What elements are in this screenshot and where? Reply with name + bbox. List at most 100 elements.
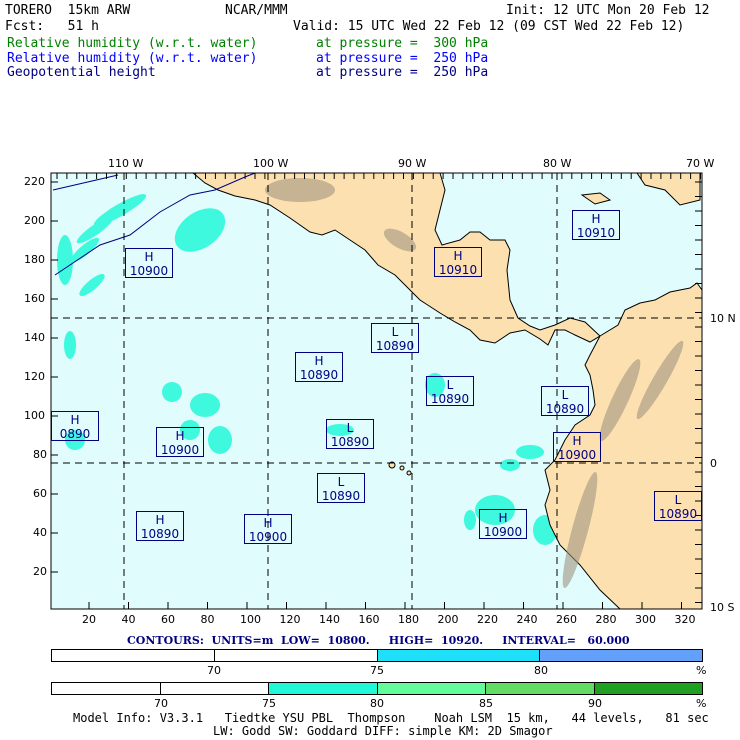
colorbar-label: % — [696, 697, 707, 710]
colorbar-label: 80 — [370, 697, 384, 710]
y-tick-label: 140 — [24, 331, 45, 344]
y-tick-label: 60 — [33, 487, 47, 500]
center-value: 10900 — [160, 443, 200, 457]
center-type: H — [498, 511, 508, 525]
low-pressure-center: L 10890 — [654, 491, 702, 521]
center-value: 10900 — [248, 530, 288, 544]
high-pressure-center: H 10910 — [434, 247, 482, 277]
colorbar-segment — [214, 650, 378, 661]
center-value: 0890 — [59, 427, 91, 441]
right-latitude-label: 10 N — [710, 312, 736, 325]
colorbar-segment — [160, 683, 269, 694]
colorbar-segment — [594, 683, 702, 694]
weather-map-figure: TORERO 15km ARW NCAR/MMM Init: 12 UTC Mo… — [0, 0, 740, 740]
colorbar-label: 90 — [588, 697, 602, 710]
high-pressure-center: H 10900 — [244, 514, 292, 544]
colorbar-segment — [486, 683, 595, 694]
colorbar-segment — [377, 683, 486, 694]
top-longitude-label: 110 W — [108, 157, 144, 170]
x-tick-label: 320 — [674, 613, 696, 626]
low-pressure-center: L 10890 — [371, 323, 419, 353]
colorbar-rh-250 — [51, 649, 703, 662]
x-tick-label: 40 — [121, 613, 136, 626]
center-type: H — [591, 212, 601, 226]
colorbar-label: 70 — [207, 664, 221, 677]
map-plot — [50, 172, 703, 610]
center-type: L — [674, 493, 682, 507]
high-pressure-center: H 10900 — [156, 427, 204, 457]
center-type: H — [144, 250, 154, 264]
y-tick-label: 160 — [24, 292, 45, 305]
x-tick-label: 100 — [240, 613, 261, 626]
center-type: H — [263, 516, 273, 530]
colorbar-label: % — [696, 664, 707, 677]
low-pressure-center: L 10890 — [541, 386, 589, 416]
colorbar-label: 80 — [534, 664, 548, 677]
colorbar-label: 75 — [370, 664, 384, 677]
colorbar-label: 85 — [479, 697, 493, 710]
center-value: 10890 — [375, 339, 415, 353]
center-type: L — [391, 325, 399, 339]
center-type: H — [314, 354, 324, 368]
y-tick-label: 40 — [33, 526, 47, 539]
model-info-line-1: Model Info: V3.3.1 Tiedtke YSU PBL Thomp… — [73, 711, 709, 725]
top-longitude-label: 90 W — [398, 157, 427, 170]
low-pressure-center: L 10890 — [317, 473, 365, 503]
top-longitude-label: 80 W — [543, 157, 572, 170]
top-longitude-label: 100 W — [253, 157, 289, 170]
center-value: 10910 — [438, 263, 478, 277]
center-value: 10890 — [330, 435, 370, 449]
high-pressure-center: H 0890 — [51, 411, 99, 441]
x-tick-label: 200 — [437, 613, 459, 626]
y-tick-label: 180 — [24, 253, 45, 266]
center-type: H — [453, 249, 463, 263]
x-tick-label: 60 — [161, 613, 175, 626]
center-value: 10910 — [576, 226, 616, 240]
high-pressure-center: H 10900 — [553, 432, 601, 462]
x-tick-label: 240 — [516, 613, 538, 626]
center-value: 10900 — [129, 264, 169, 278]
center-value: 10890 — [430, 392, 470, 406]
low-pressure-center: L 10890 — [326, 419, 374, 449]
y-tick-label: 200 — [24, 214, 45, 227]
colorbar-label: 70 — [154, 697, 168, 710]
low-pressure-center: L 10890 — [426, 376, 474, 406]
contour-info: CONTOURS: UNITS=m LOW= 10800. HIGH= 1092… — [127, 634, 630, 647]
x-tick-label: 220 — [477, 613, 498, 626]
high-pressure-center: H 10890 — [295, 352, 343, 382]
center-value: 10900 — [557, 448, 597, 462]
center-value: 10900 — [483, 525, 523, 539]
y-tick-label: 100 — [24, 409, 45, 422]
center-type: H — [70, 413, 80, 427]
colorbar-segment — [269, 683, 378, 694]
x-tick-label: 140 — [319, 613, 340, 626]
center-value: 10890 — [321, 489, 361, 503]
y-tick-label: 120 — [24, 370, 45, 383]
y-tick-label: 20 — [33, 565, 47, 578]
high-pressure-center: H 10910 — [572, 210, 620, 240]
high-pressure-center: H 10900 — [479, 509, 527, 539]
colorbar-rh-300 — [51, 682, 703, 695]
y-tick-label: 80 — [33, 448, 47, 461]
colorbar-segment — [52, 650, 215, 661]
center-type: H — [175, 429, 185, 443]
y-tick-label: 220 — [24, 175, 45, 188]
center-type: L — [337, 475, 345, 489]
x-tick-label: 80 — [200, 613, 215, 626]
x-tick-label: 20 — [82, 613, 96, 626]
colorbar-segment — [52, 683, 161, 694]
center-value: 10890 — [545, 402, 585, 416]
x-tick-label: 300 — [635, 613, 656, 626]
center-type: L — [346, 421, 354, 435]
center-value: 10890 — [299, 368, 339, 382]
x-tick-label: 180 — [398, 613, 419, 626]
center-type: L — [446, 378, 454, 392]
center-type: H — [155, 513, 165, 527]
x-tick-label: 260 — [556, 613, 577, 626]
top-longitude-label: 70 W — [686, 157, 715, 170]
high-pressure-center: H 10890 — [136, 511, 184, 541]
center-value: 10890 — [658, 507, 698, 521]
right-latitude-label: 0 — [710, 457, 717, 470]
center-value: 10890 — [140, 527, 180, 541]
x-tick-label: 120 — [279, 613, 301, 626]
